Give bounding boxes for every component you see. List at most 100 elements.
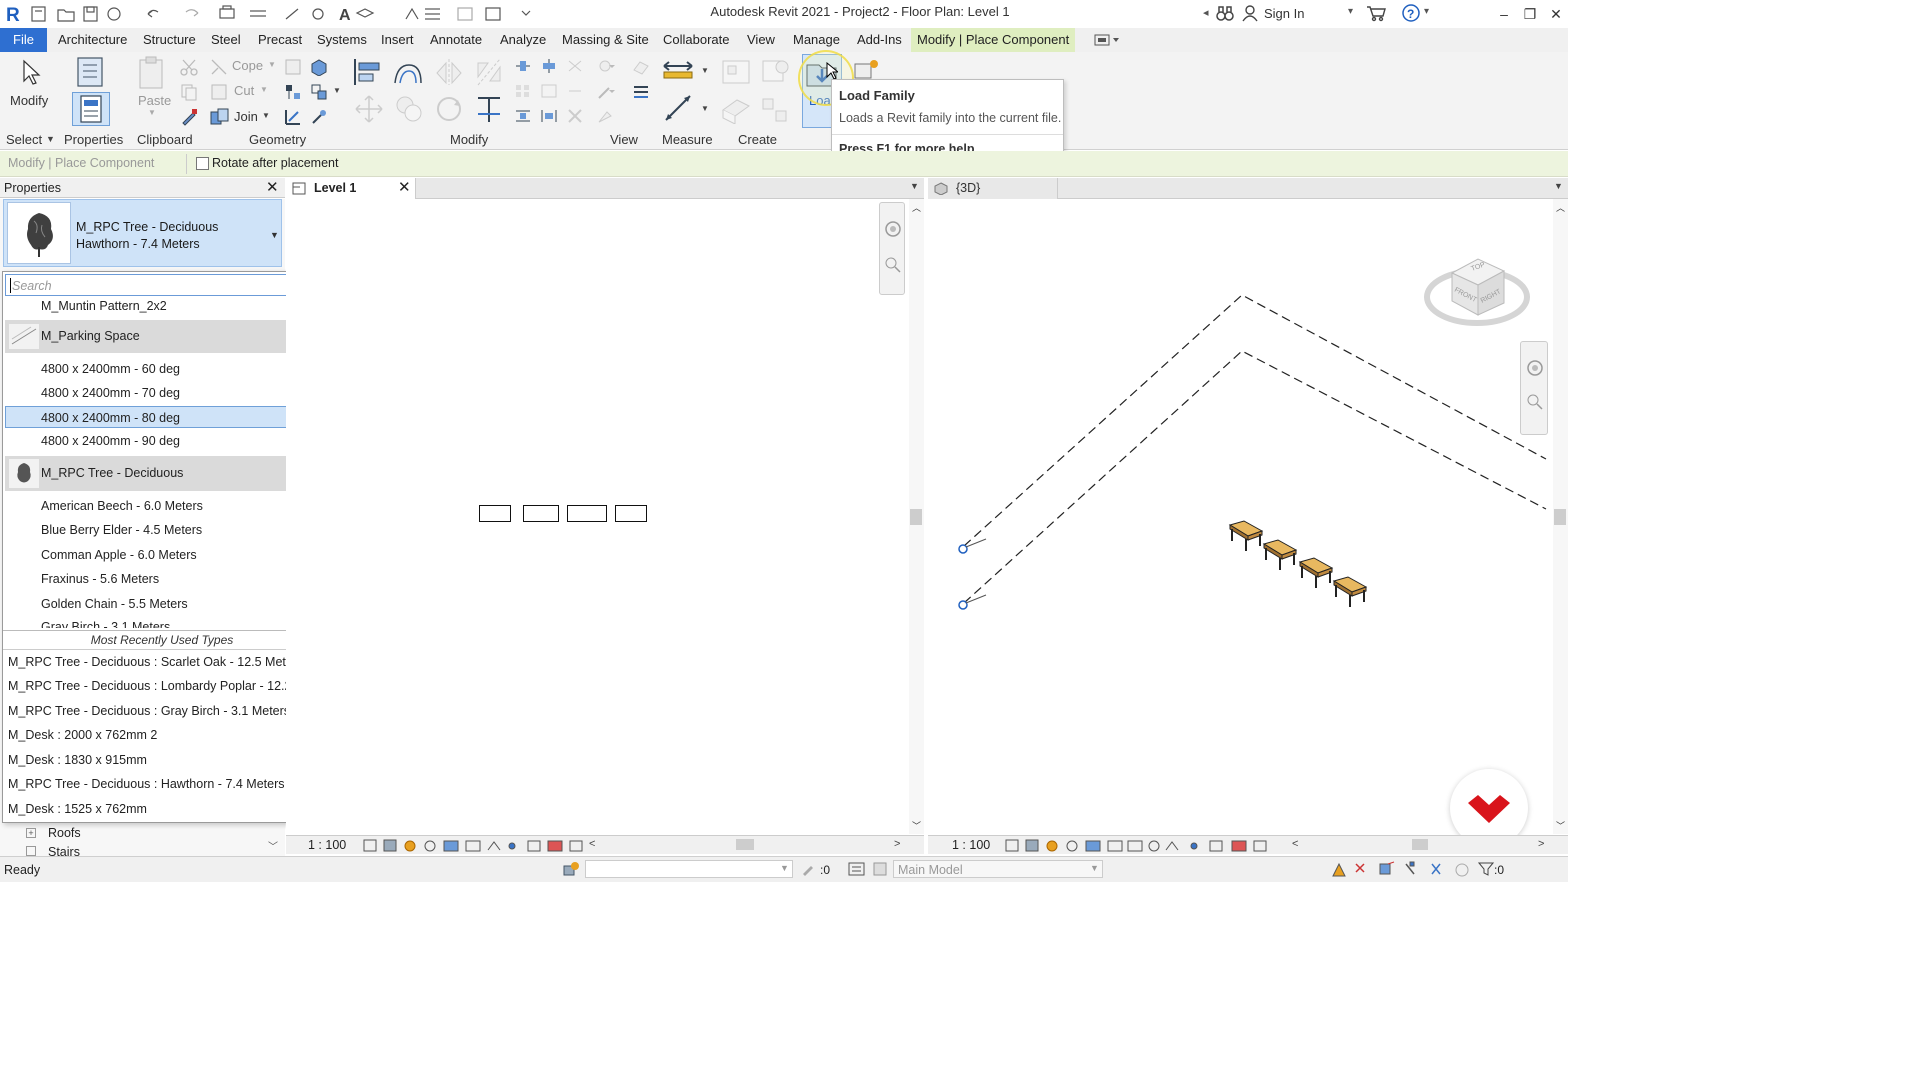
view3d-scroll-thumb[interactable]	[1554, 509, 1566, 525]
list-item[interactable]: Gray Birch - 3.1 Meters	[41, 620, 170, 628]
tab-analyze[interactable]: Analyze	[494, 28, 552, 52]
tab-steel[interactable]: Steel	[205, 28, 247, 52]
viewcube-icon[interactable]: TOP FRONT RIGHT	[1424, 239, 1530, 331]
load-family-extra-icon[interactable]	[852, 58, 882, 80]
match-properties-icon[interactable]	[180, 108, 198, 126]
minimize-button[interactable]: –	[1490, 0, 1518, 28]
type-search-input[interactable]: Search	[5, 274, 319, 296]
browser-scroll-down-icon[interactable]: ﹀	[268, 838, 278, 853]
view3d-control-icons[interactable]	[1004, 838, 1284, 853]
modify-tool-button[interactable]	[18, 58, 44, 86]
tab-list-dropdown-icon[interactable]: ▼	[910, 181, 919, 191]
list-item[interactable]: 4800 x 2400mm - 70 deg	[41, 386, 180, 400]
join-label[interactable]: Join	[234, 109, 258, 124]
tab-insert[interactable]: Insert	[375, 28, 420, 52]
tab-3d[interactable]: {3D}	[928, 178, 1058, 199]
dimension-icon[interactable]	[662, 92, 696, 124]
plan-hscroll-left-icon[interactable]: <	[589, 838, 595, 850]
type-properties-icon[interactable]	[72, 56, 110, 88]
plan-scroll-thumb[interactable]	[910, 509, 922, 525]
tab-collaborate[interactable]: Collaborate	[657, 28, 736, 52]
view3d-scale[interactable]: 1 : 100	[952, 838, 990, 852]
design-option-set-icon[interactable]	[872, 861, 888, 877]
geometry-tool-dropdown-icon[interactable]: ▼	[333, 86, 341, 95]
expand-stairs-icon[interactable]	[26, 846, 36, 856]
list-item[interactable]: Fraxinus - 5.6 Meters	[41, 572, 159, 586]
trim-extend-icon[interactable]	[474, 94, 504, 124]
tab-precast[interactable]: Precast	[252, 28, 308, 52]
mru-item[interactable]: M_RPC Tree - Deciduous : Scarlet Oak - 1…	[8, 655, 303, 669]
triangle-left-icon[interactable]: ◂	[1203, 6, 1209, 19]
tab-level-1[interactable]: Level 1 ✕	[286, 178, 416, 199]
tab-modify-place-component[interactable]: Modify | Place Component	[911, 28, 1076, 52]
main-model-dropdown[interactable]: Main Model ▼	[893, 860, 1103, 878]
close-window-button[interactable]: ✕	[1542, 0, 1570, 28]
rotate-after-placement-checkbox[interactable]	[196, 157, 209, 170]
selection-settings-icons[interactable]	[1330, 860, 1480, 880]
steering-wheel-icon[interactable]	[883, 219, 903, 239]
plan-view-canvas[interactable]: ︿ ﹀	[286, 199, 924, 834]
offset-icon[interactable]	[392, 57, 424, 87]
scroll-up-icon[interactable]: ︿	[1556, 201, 1565, 214]
type-selector-dropdown-icon[interactable]: ▼	[270, 230, 279, 240]
align-icon[interactable]	[352, 57, 384, 87]
restore-button[interactable]: ❐	[1516, 0, 1544, 28]
view3d-canvas[interactable]: TOP FRONT RIGHT ︿ ﹀	[928, 199, 1568, 847]
desk-plan-element[interactable]	[567, 505, 607, 522]
navigation-bar[interactable]	[879, 202, 905, 295]
tab-list-dropdown-3d-icon[interactable]: ▼	[1554, 181, 1563, 191]
mru-item[interactable]: M_RPC Tree - Deciduous : Gray Birch - 3.…	[8, 704, 290, 718]
list-item[interactable]: Golden Chain - 5.5 Meters	[41, 597, 188, 611]
workset-dropdown[interactable]: ▼	[585, 860, 793, 878]
sign-in-link[interactable]: Sign In	[1264, 6, 1304, 21]
mru-item[interactable]: M_Desk : 2000 x 762mm 2	[8, 728, 157, 742]
mru-item[interactable]: M_Desk : 1830 x 915mm	[8, 753, 147, 767]
navigation-bar-3d[interactable]	[1520, 341, 1548, 435]
list-item[interactable]: Comman Apple - 6.0 Meters	[41, 548, 197, 562]
scroll-down-icon[interactable]: ﹀	[1556, 819, 1565, 832]
properties-toggle-button[interactable]	[72, 92, 110, 126]
group-select-label[interactable]: Select	[6, 132, 42, 147]
join-icon[interactable]	[210, 108, 230, 126]
level-marker-icon[interactable]	[958, 593, 988, 613]
desks-3d-model[interactable]	[1226, 519, 1376, 614]
steering-wheel-3d-icon[interactable]	[1525, 358, 1545, 378]
binoculars-icon[interactable]	[1216, 4, 1234, 22]
user-icon[interactable]	[1242, 4, 1258, 22]
tab-systems[interactable]: Systems	[311, 28, 373, 52]
tab-structure[interactable]: Structure	[137, 28, 202, 52]
view3d-hscroll-right-icon[interactable]: >	[1538, 838, 1544, 850]
revit-logo-icon[interactable]: R	[6, 4, 22, 24]
browser-item-stairs[interactable]: Stairs	[48, 845, 80, 856]
tab-add-ins[interactable]: Add-Ins	[851, 28, 908, 52]
measure-distance-icon[interactable]	[662, 60, 696, 82]
tab-view[interactable]: View	[741, 28, 781, 52]
mru-item[interactable]: M_RPC Tree - Deciduous : Lombardy Poplar…	[8, 679, 333, 693]
desk-plan-element[interactable]	[523, 505, 559, 522]
worksharing-icon[interactable]	[562, 861, 580, 877]
help-icon[interactable]: ?	[1402, 4, 1420, 22]
tab-massing-site[interactable]: Massing & Site	[556, 28, 655, 52]
dimension-dropdown-icon[interactable]: ▼	[701, 104, 709, 113]
zoom-3d-icon[interactable]	[1525, 392, 1545, 412]
workset-dropdown-icon[interactable]: ▼	[780, 863, 789, 873]
mru-item[interactable]: M_Desk : 1525 x 762mm	[8, 802, 147, 816]
list-item[interactable]: 4800 x 2400mm - 60 deg	[41, 362, 180, 376]
zoom-icon[interactable]	[883, 255, 903, 275]
help-dropdown-icon[interactable]: ▾	[1424, 6, 1429, 17]
view3d-vertical-scrollbar[interactable]: ︿ ﹀	[1553, 199, 1568, 834]
close-tab-icon[interactable]: ✕	[398, 178, 411, 196]
list-item[interactable]: 4800 x 2400mm - 90 deg	[41, 434, 180, 448]
geometry-tool-3-icon[interactable]	[284, 83, 302, 101]
list-item[interactable]: M_Muntin Pattern_2x2	[41, 299, 167, 313]
join-dropdown-icon[interactable]: ▼	[262, 111, 270, 120]
sign-in-dropdown-icon[interactable]: ▾	[1348, 6, 1353, 17]
view3d-hscroll-left-icon[interactable]: <	[1292, 838, 1298, 850]
list-item[interactable]: American Beech - 6.0 Meters	[41, 499, 203, 513]
modify-small-8-icon[interactable]	[540, 108, 558, 124]
tab-manage[interactable]: Manage	[787, 28, 846, 52]
paste-icon[interactable]	[136, 56, 168, 90]
properties-close-button[interactable]: ✕	[266, 178, 279, 196]
main-model-dropdown-icon[interactable]: ▼	[1090, 863, 1099, 873]
plan-hscroll-thumb[interactable]	[736, 839, 754, 850]
